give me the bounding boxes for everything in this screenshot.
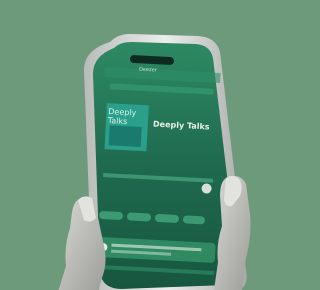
podcast-cover-inner [108, 125, 142, 147]
chip [99, 211, 124, 220]
chip [127, 212, 151, 222]
photo: Deezer Deeply Talks Deeply Talks [0, 0, 287, 290]
chip [182, 215, 205, 225]
chip [154, 214, 179, 223]
podcast-cover-text: Deeply Talks [107, 107, 137, 127]
status-title: Deezer [138, 66, 157, 74]
photo-scene [0, 0, 287, 290]
